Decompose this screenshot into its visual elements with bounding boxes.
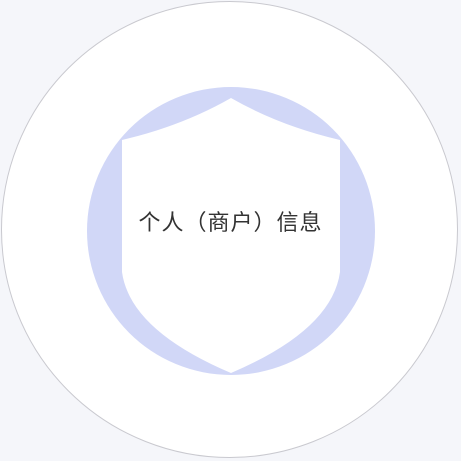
badge-label: 个人（商户）信息 — [138, 211, 323, 236]
personal-merchant-info-badge[interactable]: 个人（商户）信息 — [0, 0, 461, 461]
